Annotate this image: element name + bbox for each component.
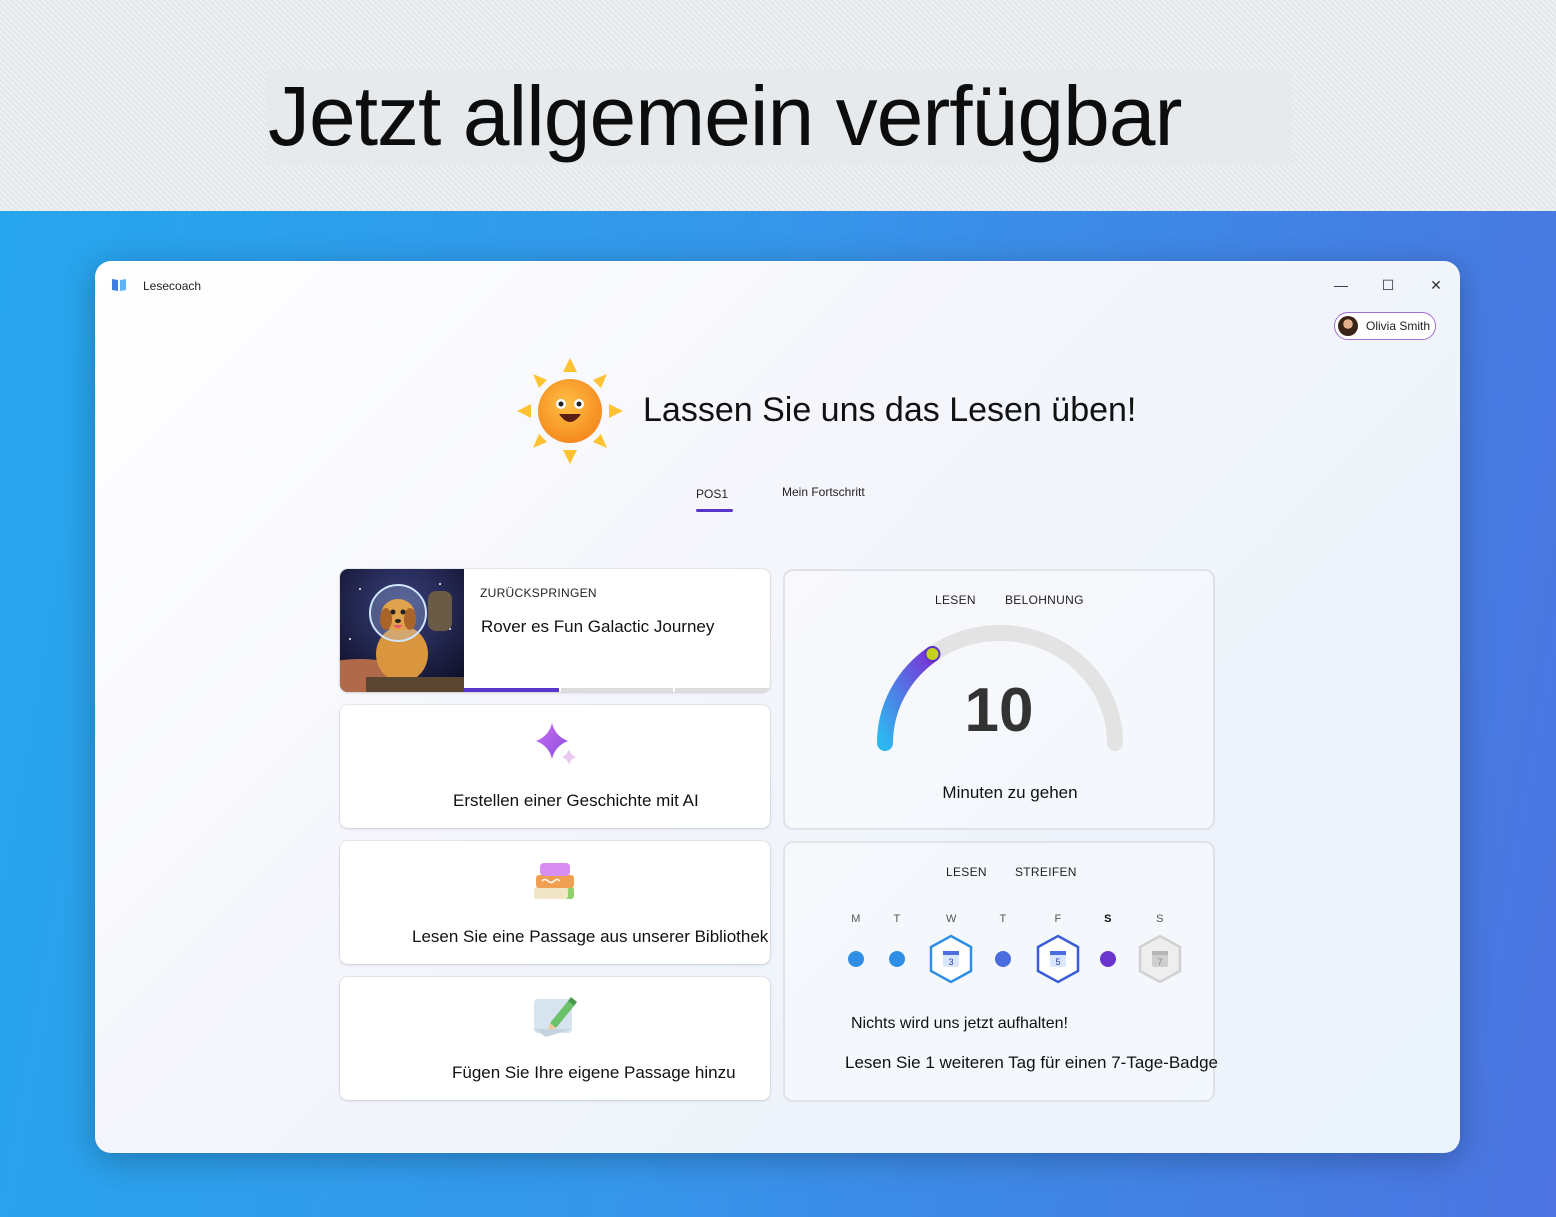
reading-reward-card: LESEN BELOHNUNG 10 Minuten zu gehen: [783, 569, 1215, 830]
weekday-letter: M: [851, 913, 861, 925]
weekday-letter: F: [1054, 913, 1062, 925]
streak-badge-icon: 5: [1036, 934, 1080, 984]
user-profile-button[interactable]: Olivia Smith: [1334, 312, 1436, 340]
user-name: Olivia Smith: [1366, 319, 1431, 333]
continue-eyebrow: ZURÜCKSPRINGEN: [480, 586, 597, 600]
reading-progress-done: [464, 688, 559, 692]
reading-progress-segment: [561, 688, 673, 692]
reward-label-left: LESEN: [935, 593, 976, 607]
streak-goal: Lesen Sie 1 weiteren Tag für einen 7-Tag…: [845, 1053, 1218, 1072]
weekday-letter: T: [999, 913, 1007, 925]
app-title: Lesecoach: [143, 279, 202, 293]
read-day-dot: [889, 951, 905, 967]
badge-number: 7: [1157, 957, 1162, 967]
close-button[interactable]: ✕: [1424, 273, 1448, 297]
tab-home[interactable]: POS1: [696, 487, 728, 501]
library-card[interactable]: Lesen Sie eine Passage aus unserer Bibli…: [340, 841, 770, 964]
today-dot: [1100, 951, 1116, 967]
avatar: [1338, 316, 1358, 336]
weekday-letter: W: [946, 913, 957, 925]
tab-selected-indicator: [696, 509, 733, 512]
sun-mascot-icon: [517, 358, 623, 464]
story-cover-image: [340, 569, 464, 692]
weekday-letter: S: [1156, 913, 1164, 925]
streak-message: Nichts wird uns jetzt aufhalten!: [851, 1015, 1068, 1032]
reading-streak-card: LESEN STREIFEN M T W 3 T F 5 S S 7 Nichts wird un…: [783, 841, 1218, 1102]
tab-progress[interactable]: Mein Fortschritt: [782, 485, 865, 499]
weekday-letter: S: [1104, 913, 1112, 925]
add-passage-label: Fügen Sie Ihre eigene Passage hinzu: [452, 1063, 736, 1082]
reward-caption: Minuten zu gehen: [942, 783, 1078, 802]
page-title: Lassen Sie uns das Lesen üben!: [643, 391, 1137, 429]
locked-badge-icon: 7: [1138, 934, 1182, 984]
pencil-note-icon: [534, 997, 577, 1037]
headline: Jetzt allgemein verfügbar: [268, 69, 1182, 163]
reward-label-right: BELOHNUNG: [1005, 593, 1084, 607]
maximize-button[interactable]: ☐: [1376, 273, 1400, 297]
reading-progress-segment: [675, 688, 770, 692]
create-story-label: Erstellen einer Geschichte mit AI: [453, 791, 699, 810]
title-bar: Lesecoach — ☐ ✕: [95, 261, 1460, 309]
streak-label-right: STREIFEN: [1015, 865, 1077, 879]
minutes-remaining-value: 10: [964, 676, 1034, 745]
read-day-dot: [995, 951, 1011, 967]
streak-badge-icon: 3: [929, 934, 973, 984]
library-label: Lesen Sie eine Passage aus unserer Bibli…: [412, 927, 769, 946]
announcement-banner: Jetzt allgemein verfügbar: [0, 0, 1556, 211]
gauge-knob: [924, 646, 941, 662]
badge-number: 3: [948, 957, 953, 967]
badge-number: 5: [1055, 957, 1060, 967]
minimize-button[interactable]: —: [1329, 273, 1353, 297]
app-book-icon: [112, 279, 126, 291]
weekday-letter: T: [893, 913, 901, 925]
story-title: Rover es Fun Galactic Journey: [481, 617, 715, 636]
sparkle-icon: [536, 723, 576, 765]
create-story-card[interactable]: Erstellen einer Geschichte mit AI: [340, 705, 770, 828]
app-window: Lesecoach — ☐ ✕ Olivia Smith Lassen Sie …: [95, 261, 1460, 1153]
continue-reading-card[interactable]: ZURÜCKSPRINGEN Rover es Fun Galactic Jou…: [340, 569, 770, 692]
streak-label-left: LESEN: [946, 865, 987, 879]
add-passage-card[interactable]: Fügen Sie Ihre eigene Passage hinzu: [340, 977, 770, 1100]
books-icon: [534, 863, 574, 899]
